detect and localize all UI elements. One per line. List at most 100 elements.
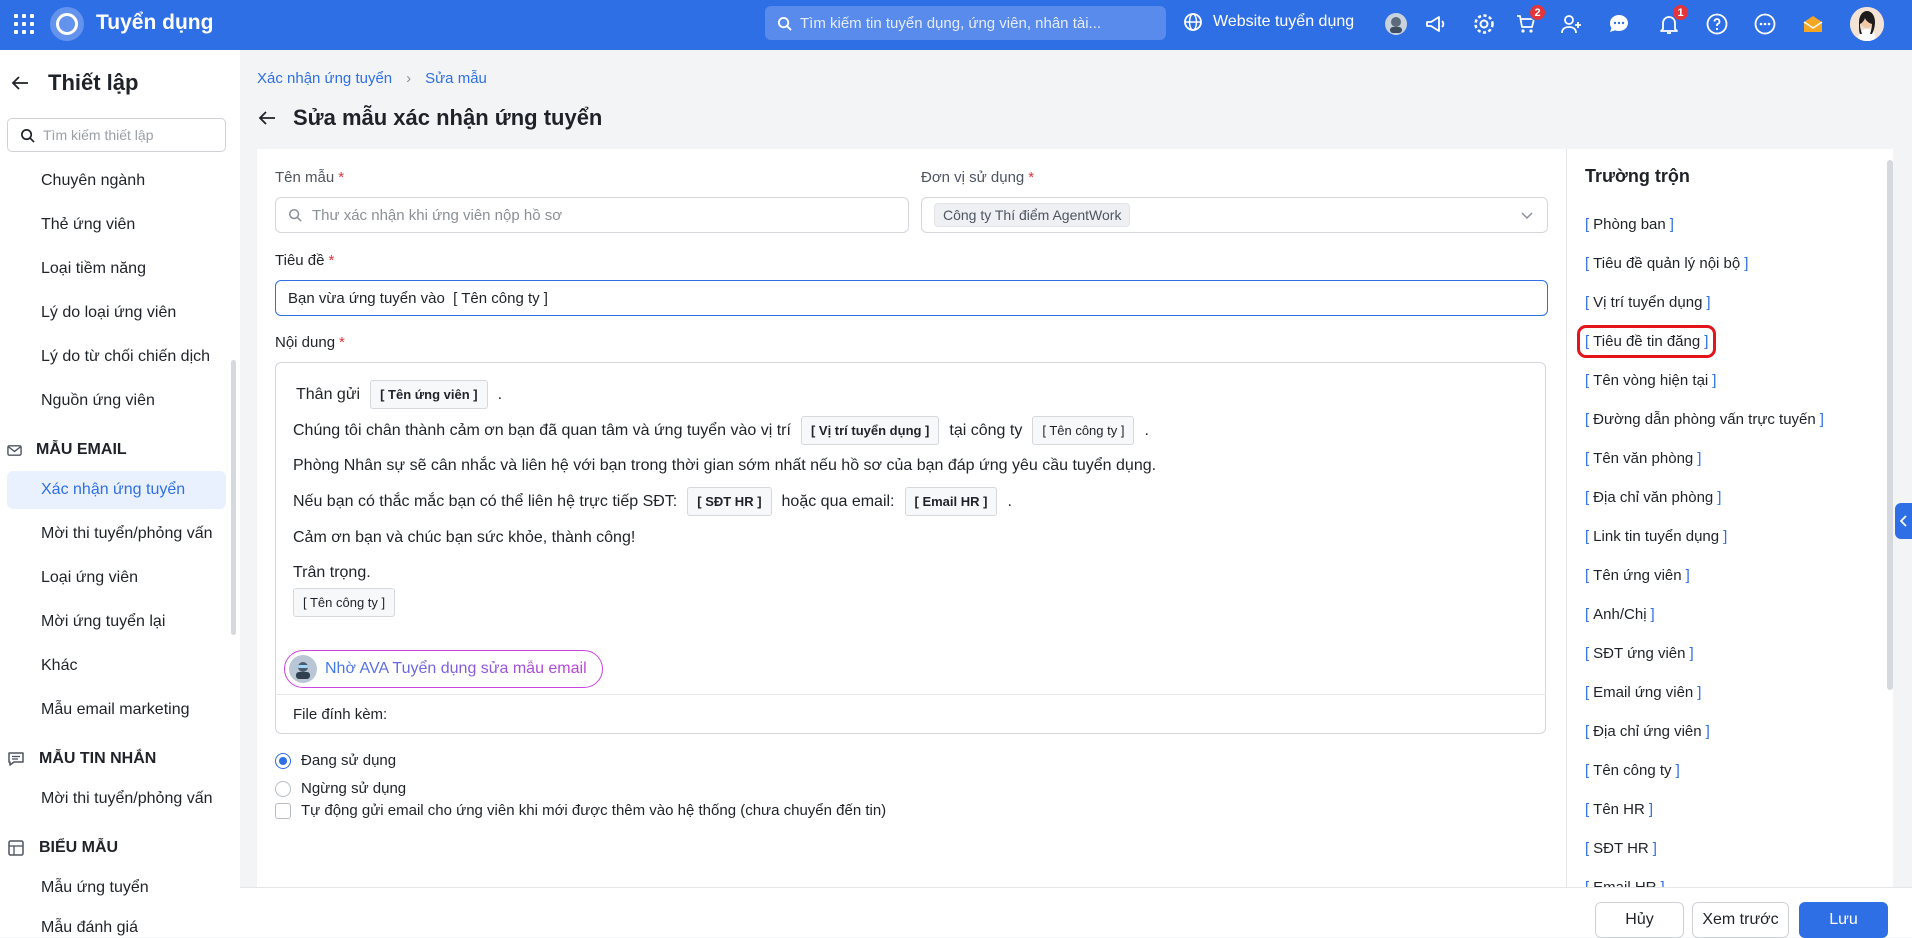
merge-field-item[interactable]: [Địa chỉ văn phòng]	[1585, 489, 1721, 506]
sidebar-item-the-ung-vien[interactable]: Thẻ ứng viên	[7, 206, 226, 244]
gear-icon[interactable]	[1471, 11, 1497, 37]
app-title[interactable]: Tuyển dụng	[96, 11, 213, 35]
mail-icon	[7, 444, 22, 456]
save-button[interactable]: Lưu	[1799, 902, 1888, 938]
status-inactive-label: Ngừng sử dụng	[301, 780, 407, 797]
template-name-placeholder: Thư xác nhận khi ứng viên nộp hồ sơ	[312, 206, 563, 224]
merge-tag-email-hr[interactable]: [ Email HR ]	[904, 487, 998, 516]
unit-select[interactable]: Công ty Thí điểm AgentWork	[921, 197, 1548, 233]
merge-field-item[interactable]: [Tiêu đề tin đăng]	[1576, 325, 1717, 358]
notification-bell-icon[interactable]: 1	[1656, 4, 1689, 37]
merge-tag-ten-ung-vien[interactable]: [ Tên ứng viên ]	[370, 380, 488, 409]
chat-icon[interactable]	[1606, 11, 1632, 37]
settings-search-placeholder: Tìm kiếm thiết lập	[43, 127, 154, 143]
breadcrumb-current[interactable]: Sửa mẫu	[425, 70, 487, 87]
content-line-hr: Phòng Nhân sự sẽ cân nhắc và liên hệ với…	[293, 457, 1157, 474]
merge-field-item[interactable]: [Vị trí tuyển dụng]	[1585, 294, 1711, 311]
merge-field-item[interactable]: [Tên vòng hiện tại]	[1585, 372, 1716, 389]
radio-checked-icon	[275, 752, 291, 769]
back-arrow-icon[interactable]	[10, 73, 30, 93]
merge-field-item[interactable]: [Tên công ty]	[1585, 762, 1680, 779]
merge-field-item[interactable]: [Tên ứng viên]	[1585, 567, 1690, 584]
notification-badge: 1	[1672, 4, 1689, 21]
user-add-icon[interactable]	[1558, 11, 1584, 37]
content-line-greeting: Thân gửi [ Tên ứng viên ] .	[296, 380, 502, 409]
subject-value: Bạn vừa ứng tuyển vào [ Tên công ty ]	[288, 289, 548, 307]
status-active-radio[interactable]: Đang sử dụng	[275, 752, 396, 769]
sidebar-item-loai-ung-vien[interactable]: Loại ứng viên	[7, 559, 226, 597]
global-search-input[interactable]: Tìm kiếm tin tuyển dụng, ứng viên, nhân …	[765, 6, 1166, 40]
help-icon[interactable]	[1704, 11, 1730, 37]
more-icon[interactable]	[1752, 11, 1778, 37]
ava-edit-button[interactable]: Nhờ AVA Tuyển dụng sửa mẫu email	[284, 650, 603, 688]
status-inactive-radio[interactable]: Ngừng sử dụng	[275, 780, 406, 797]
breadcrumb-parent-link[interactable]: Xác nhận ứng tuyển	[257, 70, 392, 87]
sidebar-item-moi-thi-tuyen[interactable]: Mời thi tuyển/phỏng vấn	[7, 515, 226, 553]
website-link-label: Website tuyển dụng	[1213, 13, 1355, 30]
template-name-input[interactable]: Thư xác nhận khi ứng viên nộp hồ sơ	[275, 197, 909, 233]
page-title: Sửa mẫu xác nhận ứng tuyển	[293, 105, 603, 130]
attachment-row[interactable]: File đính kèm:	[275, 694, 1546, 734]
megaphone-icon[interactable]	[1423, 11, 1449, 37]
merge-field-item[interactable]: [Link tin tuyển dụng]	[1585, 528, 1727, 545]
merge-field-item[interactable]: [Địa chỉ ứng viên]	[1585, 723, 1710, 740]
website-link[interactable]: Website tuyển dụng	[1183, 12, 1354, 32]
sidebar-section-email: MẪU EMAIL	[7, 441, 127, 459]
merge-field-item[interactable]: [Phòng ban]	[1585, 216, 1674, 233]
crown-mail-icon[interactable]	[1800, 11, 1826, 37]
merge-field-item[interactable]: [Tên HR]	[1585, 801, 1653, 818]
back-arrow-icon[interactable]	[257, 108, 277, 128]
content-line-wishes: Cảm ơn bạn và chúc bạn sức khỏe, thành c…	[293, 529, 636, 546]
search-icon	[288, 208, 302, 222]
merge-field-item[interactable]: [SĐT ứng viên]	[1585, 645, 1694, 662]
content-line-contact: Nếu bạn có thắc mắc bạn có thể liên hệ t…	[293, 487, 1012, 516]
bot-avatar-icon[interactable]	[1383, 11, 1409, 37]
sidebar-item-mau-danh-gia[interactable]: Mẫu đánh giá	[7, 913, 226, 937]
merge-field-item[interactable]: [Email ứng viên]	[1585, 684, 1701, 701]
merge-tag-ten-cong-ty[interactable]: [ Tên công ty ]	[1032, 416, 1135, 445]
sidebar-item-xac-nhan-ung-tuyen[interactable]: Xác nhận ứng tuyển	[7, 471, 226, 509]
merge-tag-sdt-hr[interactable]: [ SĐT HR ]	[687, 487, 772, 516]
merge-field-item[interactable]: [Tên văn phòng]	[1585, 450, 1701, 467]
template-name-label: Tên mẫu *	[275, 169, 345, 186]
merge-fields-scrollbar[interactable]	[1887, 160, 1893, 690]
sidebar-item-loai-tiem-nang[interactable]: Loại tiềm năng	[7, 250, 226, 288]
merge-fields-panel: Trường trộn [Phòng ban] [Tiêu đề quản lý …	[1566, 149, 1893, 889]
sidebar-item-ly-do-loai[interactable]: Lý do loại ứng viên	[7, 294, 226, 332]
unit-chip[interactable]: Công ty Thí điểm AgentWork	[934, 203, 1131, 227]
auto-send-label: Tự động gửi email cho ứng viên khi mới đ…	[301, 802, 887, 819]
action-footer: Hủy Xem trước Lưu	[240, 887, 1912, 938]
sidebar-item-ly-do-tu-choi[interactable]: Lý do từ chối chiến dịch	[7, 338, 226, 376]
sidebar-item-email-marketing[interactable]: Mẫu email marketing	[7, 691, 226, 729]
sidebar-item-chuyen-nganh[interactable]: Chuyên ngành	[7, 162, 226, 200]
sidebar-item-mau-ung-tuyen[interactable]: Mẫu ứng tuyển	[7, 869, 226, 907]
merge-fields-title: Trường trộn	[1585, 166, 1690, 186]
app-logo	[50, 7, 84, 41]
merge-field-item[interactable]: [Anh/Chị]	[1585, 606, 1655, 623]
chevron-left-icon	[1899, 515, 1907, 527]
subject-label: Tiêu đề *	[275, 252, 335, 269]
collapse-panel-button[interactable]	[1895, 503, 1912, 539]
merge-field-item[interactable]: [Đường dẫn phòng vấn trực tuyến]	[1585, 411, 1824, 428]
apps-grid-icon[interactable]	[14, 14, 34, 34]
preview-button[interactable]: Xem trước	[1692, 902, 1789, 938]
sidebar-scrollbar[interactable]	[231, 360, 236, 635]
status-active-label: Đang sử dụng	[301, 752, 397, 769]
auto-send-checkbox[interactable]: Tự động gửi email cho ứng viên khi mới đ…	[275, 802, 886, 819]
settings-search-input[interactable]: Tìm kiếm thiết lập	[7, 118, 226, 152]
cart-icon[interactable]: 2	[1513, 4, 1546, 37]
merge-tag-ten-cong-ty-sign[interactable]: [ Tên công ty ]	[293, 588, 396, 617]
sidebar-item-moi-ung-tuyen-lai[interactable]: Mời ứng tuyển lại	[7, 603, 226, 641]
subject-input[interactable]: Bạn vừa ứng tuyển vào [ Tên công ty ]	[275, 280, 1548, 316]
merge-tag-vi-tri[interactable]: [ Vị trí tuyển dụng ]	[800, 416, 940, 445]
sidebar-item-khac[interactable]: Khác	[7, 647, 226, 685]
user-avatar[interactable]	[1850, 7, 1884, 41]
cancel-button[interactable]: Hủy	[1595, 902, 1684, 938]
sidebar-item-sms-moi-thi-tuyen[interactable]: Mời thi tuyển/phỏng vấn	[7, 780, 226, 818]
merge-field-item[interactable]: [Tiêu đề quản lý nội bộ]	[1585, 255, 1748, 272]
attachment-label: File đính kèm:	[293, 706, 388, 723]
sidebar-section-sms-label: MẪU TIN NHẮN	[39, 750, 157, 767]
merge-field-item[interactable]: [SĐT HR]	[1585, 840, 1657, 857]
sidebar-title: Thiết lập	[48, 70, 139, 95]
sidebar-item-nguon-ung-vien[interactable]: Nguồn ứng viên	[7, 382, 226, 420]
